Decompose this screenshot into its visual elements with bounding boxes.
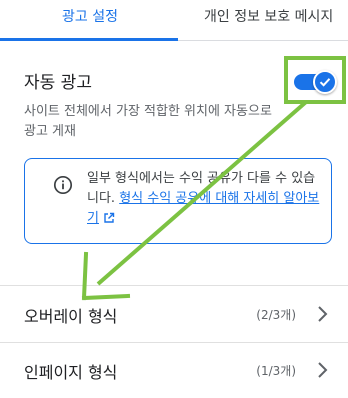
- inpage-formats-row[interactable]: 인페이지 형식 (1/3개): [0, 342, 348, 398]
- toggle-knob: [313, 70, 337, 94]
- inpage-formats-label: 인페이지 형식: [24, 363, 118, 382]
- info-text: 일부 형식에서는 수익 공유가 다를 수 있습니다. 형식 수익 공유에 대해 …: [87, 169, 325, 229]
- tab-bar: 광고 설정 개인 정보 보호 메시지: [0, 0, 348, 41]
- revenue-share-link[interactable]: 형식 수익 공유에 대해 자세히 알아보기: [87, 191, 319, 226]
- info-icon: [53, 175, 73, 195]
- overlay-formats-row[interactable]: 오버레이 형식 (2/3개): [0, 286, 348, 342]
- auto-ads-toggle[interactable]: [290, 66, 346, 100]
- tab-ads-settings[interactable]: 광고 설정: [62, 6, 118, 26]
- inpage-formats-count: (1/3개): [256, 364, 296, 378]
- overlay-formats-count: (2/3개): [256, 308, 296, 322]
- check-icon: [319, 78, 331, 87]
- info-box: 일부 형식에서는 수익 공유가 다를 수 있습니다. 형식 수익 공유에 대해 …: [24, 158, 332, 244]
- external-link-icon[interactable]: [103, 212, 115, 224]
- active-tab-indicator: [0, 38, 178, 41]
- chevron-right-icon: [318, 362, 328, 378]
- overlay-formats-label: 오버레이 형식: [24, 307, 118, 326]
- auto-ads-title: 자동 광고: [24, 73, 92, 93]
- auto-ads-description: 사이트 전체에서 가장 적합한 위치에 자동으로 광고 게재: [24, 104, 272, 139]
- chevron-right-icon: [318, 306, 328, 322]
- tab-privacy-messages[interactable]: 개인 정보 보호 메시지: [204, 6, 333, 26]
